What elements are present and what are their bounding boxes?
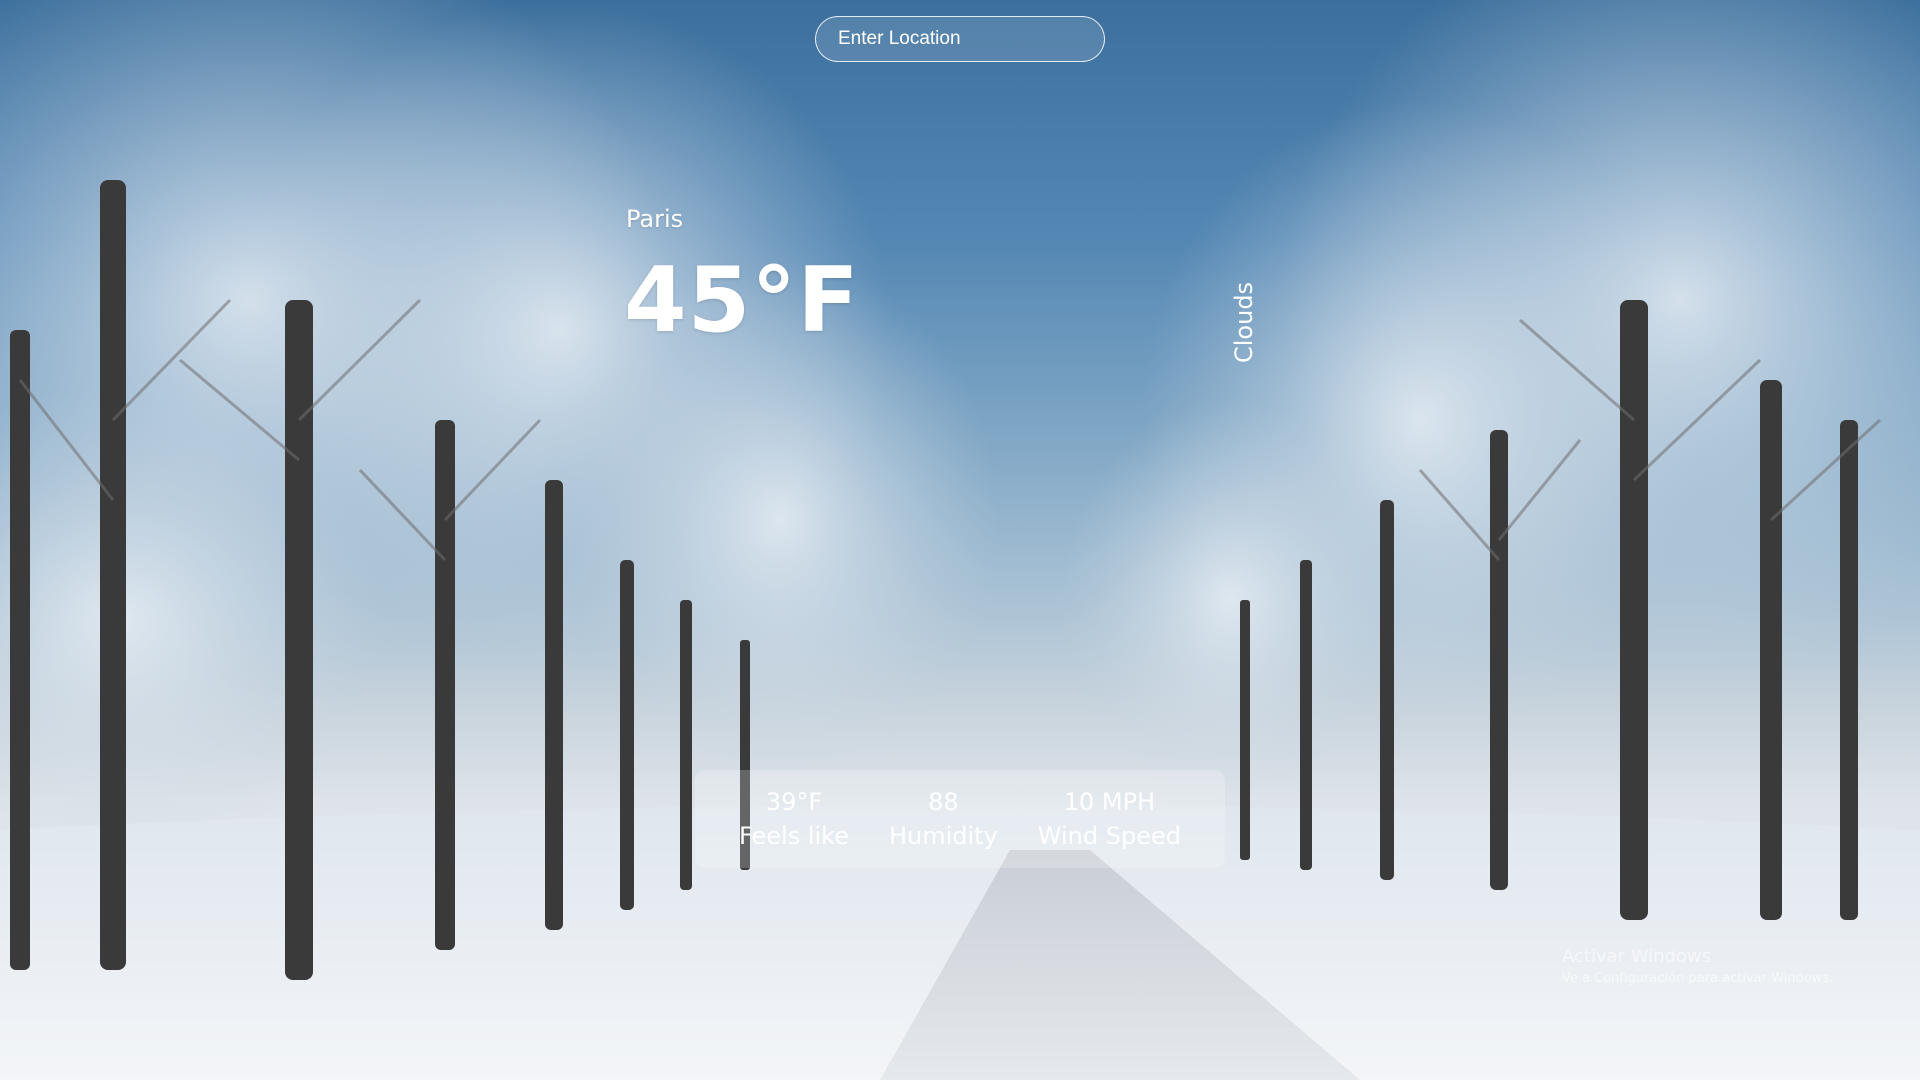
weather-app: Paris 45°F Clouds 39°F Feels like 88 Hum… (0, 0, 1920, 1080)
weather-description: Clouds (1230, 281, 1258, 363)
city-name: Paris (626, 205, 684, 233)
feels-like-value: 39°F (765, 788, 823, 816)
search-bar (815, 16, 1105, 62)
feels-like-label: Feels like (739, 822, 849, 850)
location-search-input[interactable] (815, 16, 1105, 62)
humidity-value: 88 (928, 788, 959, 816)
humidity-label: Humidity (888, 822, 998, 850)
humidity-stat: 88 Humidity (889, 785, 998, 853)
frosted-trees-left (0, 0, 1000, 860)
current-temperature: 45°F (624, 248, 860, 353)
watermark-title: Activar Windows (1562, 946, 1712, 967)
feels-like-stat: 39°F Feels like (739, 785, 849, 853)
wind-speed-label: Wind Speed (1037, 822, 1181, 850)
windows-activation-watermark: Activar Windows Ve a Configuración para … (1562, 946, 1833, 986)
weather-stats-panel: 39°F Feels like 88 Humidity 10 MPH Wind … (695, 770, 1225, 868)
watermark-subtitle: Ve a Configuración para activar Windows. (1562, 971, 1834, 986)
background-image (0, 0, 1920, 1080)
wind-speed-value: 10 MPH (1063, 788, 1156, 816)
wind-speed-stat: 10 MPH Wind Speed (1038, 785, 1181, 853)
